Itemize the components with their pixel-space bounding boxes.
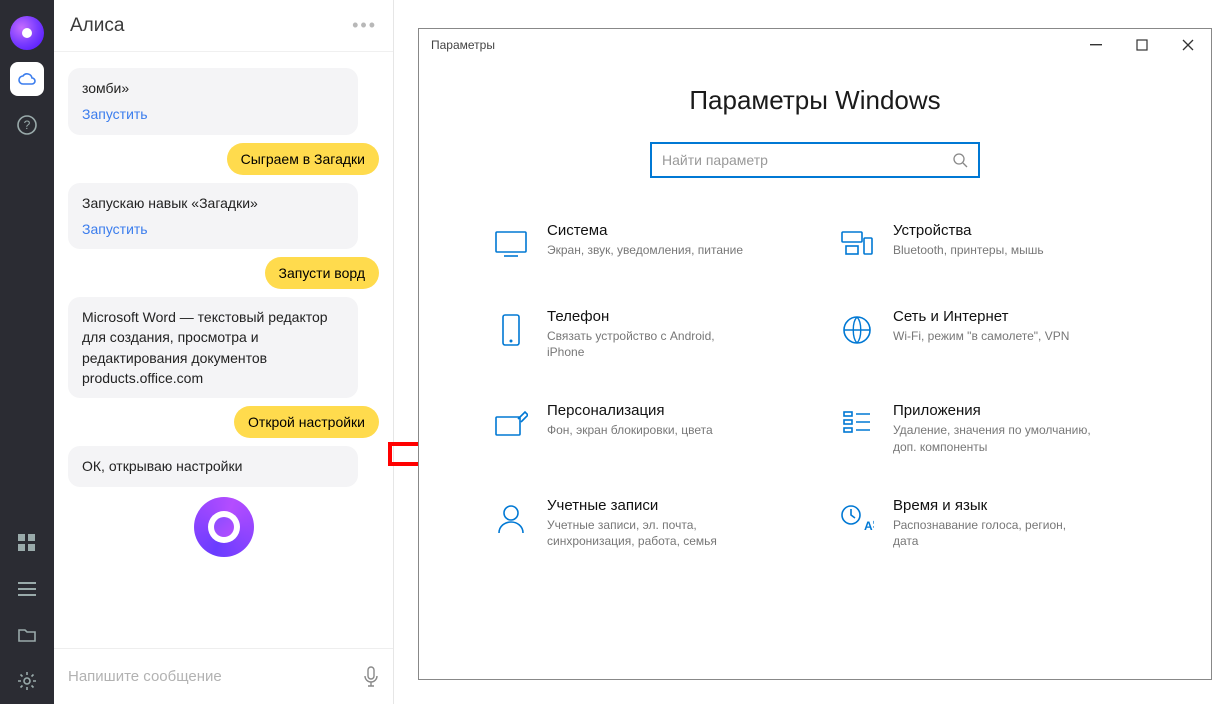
close-button[interactable] — [1165, 29, 1211, 61]
tile-system[interactable]: Система Экран, звук, уведомления, питание — [489, 222, 795, 266]
message-text: ОК, открываю настройки — [82, 458, 242, 474]
alice-icon[interactable] — [10, 16, 44, 50]
incoming-message: ОК, открываю настройки — [68, 446, 358, 486]
window-title: Параметры — [419, 38, 1073, 52]
help-icon[interactable]: ? — [10, 108, 44, 142]
outgoing-message: Сыграем в Загадки — [227, 143, 379, 175]
network-icon — [835, 308, 879, 352]
cloud-icon[interactable] — [10, 62, 44, 96]
accounts-icon — [489, 497, 533, 541]
microphone-icon[interactable] — [363, 666, 379, 688]
launch-link[interactable]: Запустить — [82, 104, 148, 124]
tile-sub: Связать устройство с Android, iPhone — [547, 328, 747, 360]
left-rail: ? — [0, 0, 54, 704]
apps-icon — [835, 402, 879, 446]
incoming-message: зомби» Запустить — [68, 68, 358, 135]
tile-sub: Фон, экран блокировки, цвета — [547, 422, 713, 438]
chat-body: зомби» Запустить Сыграем в Загадки Запус… — [54, 52, 393, 648]
search-box[interactable] — [650, 142, 980, 178]
tile-title: Учетные записи — [547, 497, 747, 514]
alice-header: Алиса ••• — [54, 0, 393, 52]
launch-link[interactable]: Запустить — [82, 219, 148, 239]
search-icon — [952, 152, 968, 168]
tile-sub: Wi-Fi, режим "в самолете", VPN — [893, 328, 1069, 344]
incoming-message: Запускаю навык «Загадки» Запустить — [68, 183, 358, 250]
more-icon[interactable]: ••• — [352, 15, 377, 36]
system-icon — [489, 222, 533, 266]
message-text: зомби» — [82, 80, 129, 96]
tile-sub: Bluetooth, принтеры, мышь — [893, 242, 1044, 258]
tile-devices[interactable]: Устройства Bluetooth, принтеры, мышь — [835, 222, 1141, 266]
alice-panel: Алиса ••• зомби» Запустить Сыграем в Заг… — [54, 0, 394, 704]
tile-apps[interactable]: Приложения Удаление, значения по умолчани… — [835, 402, 1141, 454]
tile-sub: Учетные записи, эл. почта, синхронизация… — [547, 517, 747, 549]
minimize-button[interactable] — [1073, 29, 1119, 61]
search-input[interactable] — [662, 152, 952, 168]
titlebar: Параметры — [419, 29, 1211, 61]
tile-sub: Распознавание голоса, регион, дата — [893, 517, 1093, 549]
svg-text:?: ? — [24, 118, 31, 132]
settings-tiles: Система Экран, звук, уведомления, питание… — [419, 222, 1211, 549]
outgoing-message: Запусти ворд — [265, 257, 380, 289]
tile-title: Приложения — [893, 402, 1093, 419]
alice-title: Алиса — [70, 15, 352, 37]
tile-network[interactable]: Сеть и Интернет Wi-Fi, режим "в самолете"… — [835, 308, 1141, 360]
phone-icon — [489, 308, 533, 352]
tile-title: Персонализация — [547, 402, 713, 419]
tile-phone[interactable]: Телефон Связать устройство с Android, iPh… — [489, 308, 795, 360]
settings-window: Параметры Параметры Windows Система Экран… — [418, 28, 1212, 680]
tile-title: Телефон — [547, 308, 747, 325]
gear-icon[interactable] — [10, 664, 44, 698]
tile-title: Сеть и Интернет — [893, 308, 1069, 325]
folder-icon[interactable] — [10, 618, 44, 652]
alice-orb-icon[interactable] — [194, 497, 254, 557]
outgoing-message: Открой настройки — [234, 406, 379, 438]
incoming-message: Microsoft Word — текстовый редактор для … — [68, 297, 358, 398]
tile-title: Система — [547, 222, 743, 239]
tile-sub: Экран, звук, уведомления, питание — [547, 242, 743, 258]
message-text: Microsoft Word — текстовый редактор для … — [82, 309, 328, 386]
tile-title: Устройства — [893, 222, 1044, 239]
message-text: Запускаю навык «Загадки» — [82, 195, 258, 211]
settings-content: Параметры Windows Система Экран, звук, ув… — [419, 61, 1211, 549]
time-language-icon: A字 — [835, 497, 879, 541]
tile-accounts[interactable]: Учетные записи Учетные записи, эл. почта,… — [489, 497, 795, 549]
menu-icon[interactable] — [10, 572, 44, 606]
tile-title: Время и язык — [893, 497, 1093, 514]
tile-time-language[interactable]: A字 Время и язык Распознавание голоса, рег… — [835, 497, 1141, 549]
input-row — [54, 648, 393, 704]
personalization-icon — [489, 402, 533, 446]
devices-icon — [835, 222, 879, 266]
maximize-button[interactable] — [1119, 29, 1165, 61]
message-input[interactable] — [68, 668, 363, 685]
tile-sub: Удаление, значения по умолчанию, доп. ко… — [893, 422, 1093, 454]
tiles-icon[interactable] — [10, 526, 44, 560]
page-title: Параметры Windows — [419, 85, 1211, 116]
tile-personalization[interactable]: Персонализация Фон, экран блокировки, цве… — [489, 402, 795, 454]
svg-text:A字: A字 — [864, 518, 874, 533]
